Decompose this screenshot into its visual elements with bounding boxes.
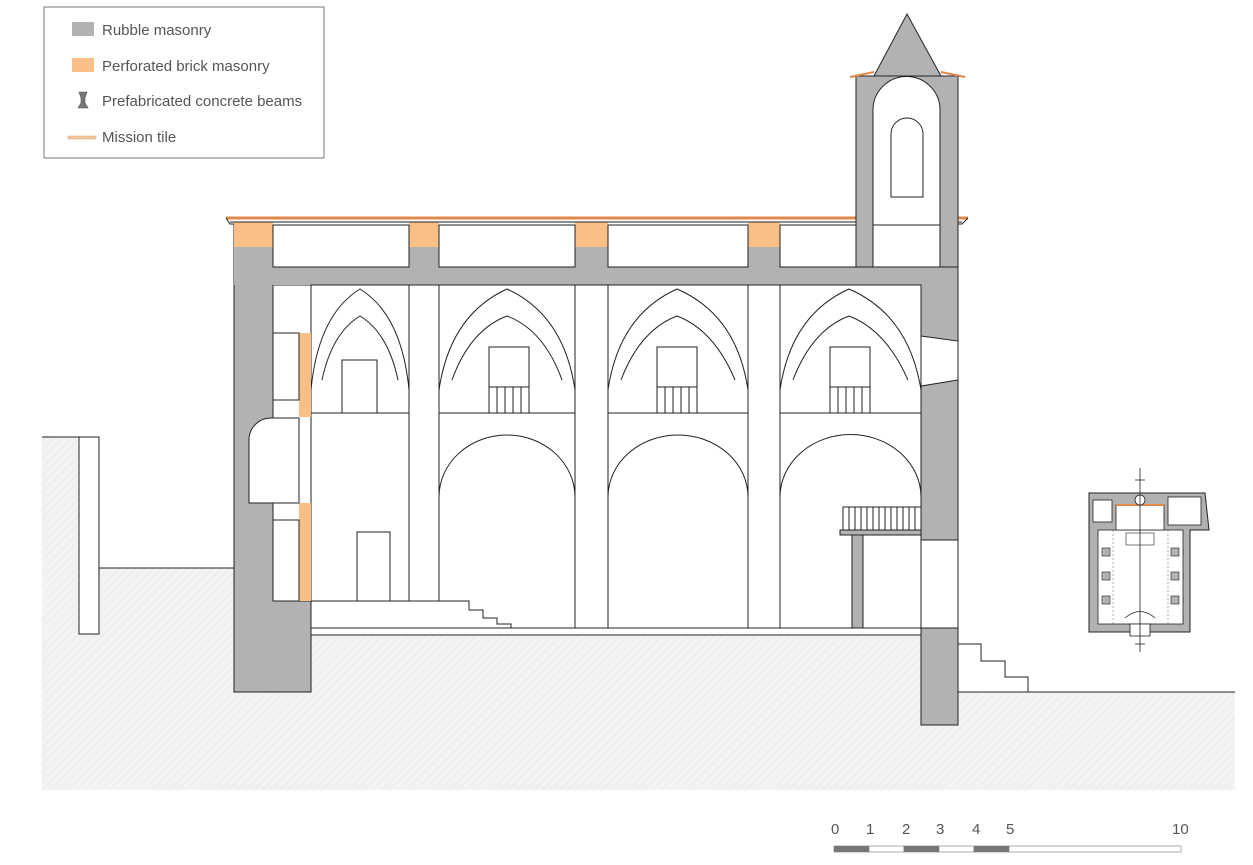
legend-label-brick: Perforated brick masonry [102, 58, 270, 75]
attic-void-1 [272, 224, 410, 268]
rubble-masonry-pier-2 [575, 247, 608, 267]
plan-nave [1097, 529, 1184, 625]
belfry-window [890, 117, 924, 198]
rubble-masonry-roof-beam [234, 267, 958, 285]
upper-window-3 [656, 346, 698, 414]
scale-label-5: 5 [1006, 821, 1014, 838]
brick-jamb-upper [299, 333, 311, 417]
scale-segment-4 [973, 845, 1010, 853]
bell-tower-spire [873, 12, 942, 77]
lower-door [356, 531, 391, 602]
scale-label-0: 0 [831, 821, 839, 838]
rubble-masonry-right-wall [921, 285, 958, 540]
rubble-masonry-pier-1 [409, 247, 439, 267]
legend-label-tile: Mission tile [102, 129, 176, 146]
left-niche-lower [272, 519, 300, 602]
outer-steps [958, 643, 1029, 692]
column-3 [747, 284, 781, 629]
ground-left [42, 437, 234, 790]
brick-block-2 [409, 222, 439, 247]
brick-masonry-swatch [72, 58, 94, 72]
floor-plan-inset [1088, 468, 1210, 652]
brick-block-1 [234, 222, 273, 247]
upper-window-4 [829, 346, 871, 414]
legend: Rubble masonry Perforated brick masonry … [43, 6, 325, 159]
left-niche-upper [272, 332, 300, 401]
upper-window-1 [341, 359, 378, 414]
upper-window-2 [488, 346, 530, 414]
church-section-drawing: Rubble masonry Perforated brick masonry … [42, 6, 1235, 853]
plan-pier-5 [1170, 571, 1180, 581]
scale-segment-5 [1008, 845, 1182, 853]
plan-pier-6 [1170, 595, 1180, 605]
plan-pier-4 [1170, 547, 1180, 557]
scale-label-1: 1 [866, 821, 874, 838]
scale-label-4: 4 [972, 821, 980, 838]
attic-void-2 [438, 224, 576, 268]
nave-interior [310, 284, 922, 629]
mission-tile-swatch [67, 135, 97, 140]
scale-label-2: 2 [902, 821, 910, 838]
rubble-masonry-pier-3 [748, 247, 780, 267]
attic-void-4 [779, 224, 857, 268]
left-arched-niche [248, 417, 300, 504]
scale-segment-3 [938, 845, 975, 853]
attic-void-5 [872, 224, 941, 268]
brick-jamb-lower [299, 503, 311, 601]
scale-segment-1 [868, 845, 905, 853]
column-1 [408, 284, 440, 602]
rubble-masonry-pier-4 [234, 247, 273, 267]
legend-label-rubble: Rubble masonry [102, 22, 212, 39]
plan-tower [1167, 496, 1202, 526]
ground-right [921, 692, 1235, 790]
plan-pier-3 [1101, 595, 1111, 605]
scale-bar: 0 1 2 3 4 5 10 [831, 821, 1189, 853]
column-2 [574, 284, 609, 629]
scale-label-3: 3 [936, 821, 944, 838]
scale-label-10: 10 [1172, 821, 1189, 838]
attic-void-3 [607, 224, 749, 268]
plan-pier-1 [1101, 547, 1111, 557]
scale-segment-0 [833, 845, 870, 853]
rubble-masonry-right-foundation [920, 627, 959, 726]
rubble-masonry-swatch [72, 22, 94, 36]
right-entrance-opening [920, 539, 959, 629]
legend-label-beams: Prefabricated concrete beams [102, 93, 302, 110]
brick-block-4 [748, 222, 780, 247]
building [225, 12, 969, 726]
scale-segment-2 [903, 845, 940, 853]
ground-center [234, 635, 921, 790]
plan-sacristy [1092, 499, 1113, 523]
brick-block-3 [575, 222, 608, 247]
right-window-splay [920, 335, 959, 387]
plan-pier-2 [1101, 571, 1111, 581]
boundary-wall [78, 436, 100, 635]
